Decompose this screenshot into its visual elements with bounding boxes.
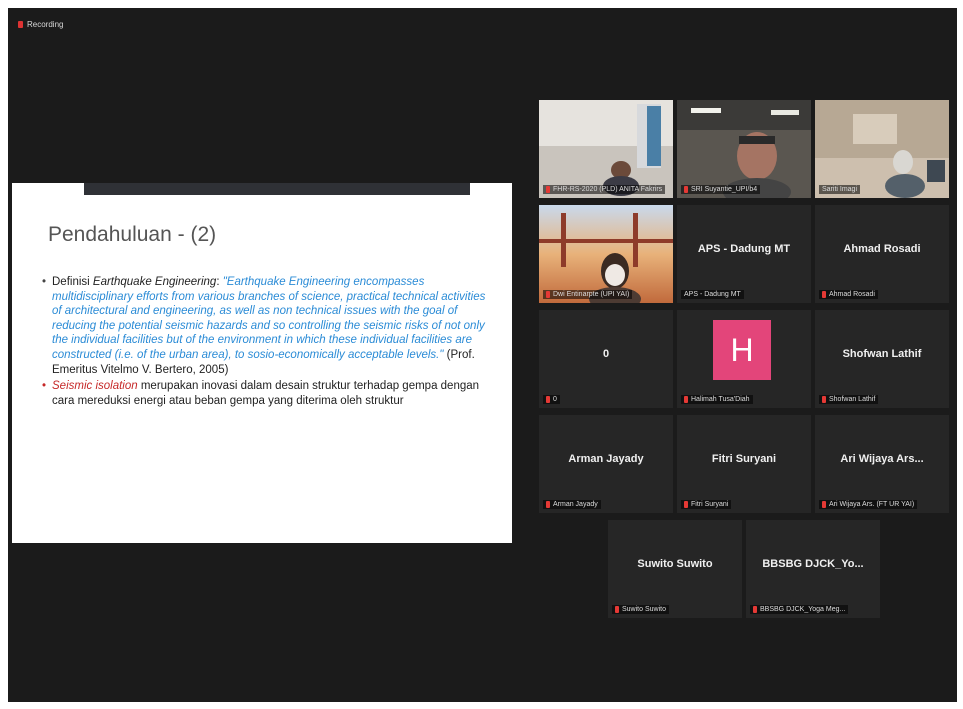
mic-muted-icon <box>546 186 550 193</box>
participant-tile-video[interactable]: Dwi Entinarpte (UPI YAI) <box>539 205 673 303</box>
mic-muted-icon <box>684 396 688 403</box>
participant-tile[interactable]: Ahmad Rosadi Ahmad Rosadi <box>815 205 949 303</box>
participant-caption: Arman Jayady <box>543 500 601 509</box>
mic-muted-icon <box>546 291 550 298</box>
participant-caption-text: Dwi Entinarpte (UPI YAI) <box>553 291 630 298</box>
participant-caption-text: SRI Suyantie_UPI/b4 <box>691 186 758 193</box>
participant-caption-text: APS - Dadung MT <box>684 291 741 298</box>
mic-muted-icon <box>546 396 550 403</box>
bullet-definition-quote: "Earthquake Engineering encompasses mult… <box>52 276 486 361</box>
participant-caption-text: Ari Wijaya Ars. (FT UR YAI) <box>829 501 915 508</box>
mic-muted-icon <box>822 501 826 508</box>
mic-muted-icon <box>684 186 688 193</box>
participant-caption: Fitri Suryani <box>681 500 732 509</box>
recording-indicator: Recording <box>18 20 63 29</box>
participant-caption: Ari Wijaya Ars. (FT UR YAI) <box>819 500 918 509</box>
mic-muted-icon <box>822 396 826 403</box>
mic-muted-icon <box>753 606 757 613</box>
participant-caption: Suwito Suwito <box>612 605 669 614</box>
participant-tile[interactable]: Fitri Suryani Fitri Suryani <box>677 415 811 513</box>
mic-muted-icon <box>615 606 619 613</box>
bullet-definition-term: Earthquake Engineering <box>92 276 217 288</box>
participant-name: Fitri Suryani <box>711 453 777 465</box>
participant-video <box>815 100 949 198</box>
participant-name: 0 <box>602 348 610 360</box>
slide-bullets: Definisi Earthquake Engineering: "Earthq… <box>42 275 487 410</box>
participant-name: Ahmad Rosadi <box>843 243 921 255</box>
participant-caption: Sariti Imagi <box>819 185 861 194</box>
shared-screen-slide: Pendahuluan - (2) Definisi Earthquake En… <box>12 183 512 543</box>
mic-muted-icon <box>822 291 826 298</box>
participant-name: Shofwan Lathif <box>842 348 922 360</box>
participant-name: Suwito Suwito <box>637 558 713 570</box>
participant-name: Ari Wijaya Ars... <box>840 453 924 465</box>
participant-caption: FHR-RS-2020 (PLD) ANITA Fakrirs <box>543 185 666 194</box>
mic-muted-icon <box>684 501 688 508</box>
participant-caption: Shofwan Lathif <box>819 395 879 404</box>
participant-tile[interactable]: APS - Dadung MT APS - Dadung MT <box>677 205 811 303</box>
participant-caption: Dwi Entinarpte (UPI YAI) <box>543 290 633 299</box>
bullet-seismic-isolation: Seismic isolation merupakan inovasi dala… <box>42 379 487 408</box>
bullet-definition-prefix: Definisi <box>52 276 93 288</box>
participant-caption: 0 <box>543 395 560 404</box>
participant-caption-text: Fitri Suryani <box>691 501 729 508</box>
participant-caption: Ahmad Rosadi <box>819 290 878 299</box>
participant-caption-text: Sariti Imagi <box>822 186 858 193</box>
participant-caption-text: Ahmad Rosadi <box>829 291 875 298</box>
bullet-definition: Definisi Earthquake Engineering: "Earthq… <box>42 275 487 377</box>
slide-header-bar <box>84 183 470 195</box>
slide-title: Pendahuluan - (2) <box>48 223 217 246</box>
participant-name: Arman Jayady <box>568 453 644 465</box>
participant-caption-text: 0 <box>553 396 557 403</box>
participant-tile[interactable]: 0 0 <box>539 310 673 408</box>
avatar: H <box>713 320 771 380</box>
participant-tile-active-speaker[interactable]: Sariti Imagi <box>815 100 949 198</box>
recording-icon <box>18 21 23 28</box>
participant-caption: APS - Dadung MT <box>681 290 744 299</box>
participant-tile-video[interactable]: SRI Suyantie_UPI/b4 <box>677 100 811 198</box>
participant-caption-text: Suwito Suwito <box>622 606 666 613</box>
participant-name: BBSBG DJCK_Yo... <box>762 558 864 570</box>
participant-caption: BBSBG DJCK_Yoga Meg... <box>750 605 849 614</box>
participant-tile[interactable]: H Halimah Tusa'Diah <box>677 310 811 408</box>
participant-caption: Halimah Tusa'Diah <box>681 395 753 404</box>
participant-caption: SRI Suyantie_UPI/b4 <box>681 185 761 194</box>
participant-video <box>539 205 673 303</box>
mic-muted-icon <box>546 501 550 508</box>
participant-caption-text: BBSBG DJCK_Yoga Meg... <box>760 606 846 613</box>
participant-tile[interactable]: Ari Wijaya Ars... Ari Wijaya Ars. (FT UR… <box>815 415 949 513</box>
participant-tile[interactable]: BBSBG DJCK_Yo... BBSBG DJCK_Yoga Meg... <box>746 520 880 618</box>
participant-tile[interactable]: Shofwan Lathif Shofwan Lathif <box>815 310 949 408</box>
participant-tile-video[interactable]: FHR-RS-2020 (PLD) ANITA Fakrirs <box>539 100 673 198</box>
participant-caption-text: Halimah Tusa'Diah <box>691 396 750 403</box>
participant-video <box>539 100 673 198</box>
participant-tile[interactable]: Suwito Suwito Suwito Suwito <box>608 520 742 618</box>
participant-tile[interactable]: Arman Jayady Arman Jayady <box>539 415 673 513</box>
participant-caption-text: Shofwan Lathif <box>829 396 876 403</box>
meeting-window: Recording Pendahuluan - (2) Definisi Ear… <box>8 8 957 702</box>
bullet-seismic-term: Seismic isolation <box>52 380 138 393</box>
participant-video <box>677 100 811 198</box>
participant-name: APS - Dadung MT <box>697 243 791 255</box>
participant-caption-text: FHR-RS-2020 (PLD) ANITA Fakrirs <box>553 186 663 193</box>
recording-label: Recording <box>27 20 64 29</box>
participant-caption-text: Arman Jayady <box>553 501 598 508</box>
